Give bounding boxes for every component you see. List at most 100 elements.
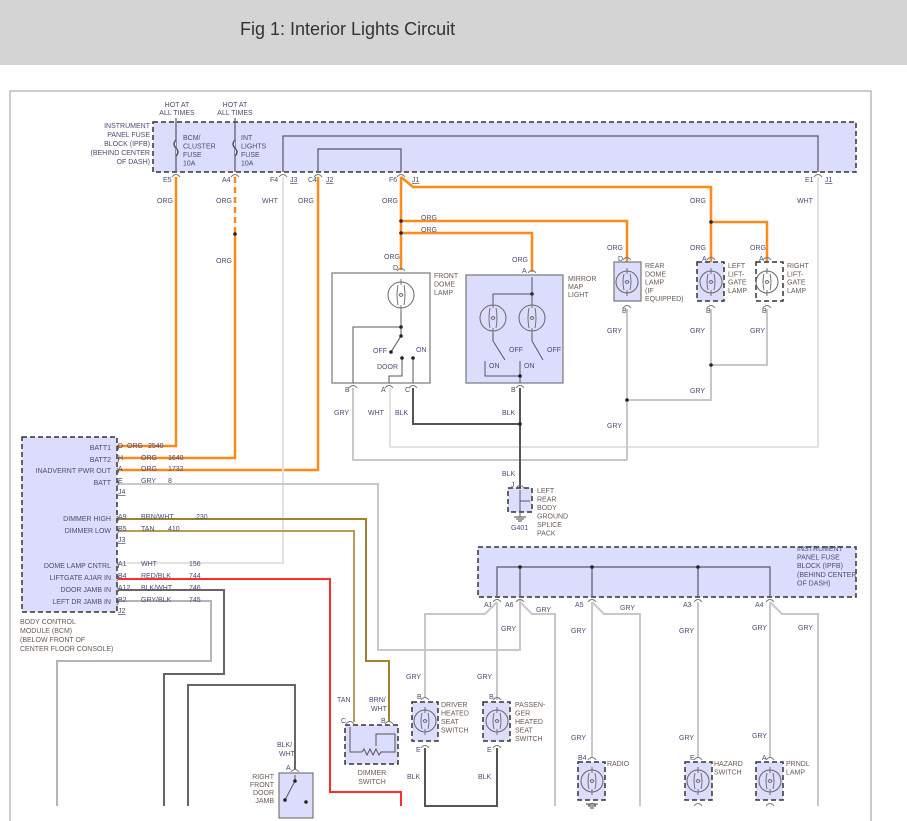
connector-pin-icon bbox=[408, 385, 418, 389]
connector-pin-icon bbox=[693, 757, 703, 761]
splice-dot bbox=[696, 565, 700, 569]
switch-on-label: ON bbox=[416, 347, 427, 354]
wire-color-label: BLK bbox=[502, 471, 516, 478]
wire-color-label: BLK bbox=[478, 774, 492, 781]
ipfb-pin-label: A3 bbox=[683, 602, 692, 609]
bcm-wire-color: RED/BLK bbox=[141, 573, 171, 580]
ground-icon bbox=[586, 803, 598, 809]
hazard-switch-label: SWITCH bbox=[714, 770, 742, 777]
connector-pin-icon bbox=[587, 599, 597, 603]
ipfb-top-label: PANEL FUSE bbox=[107, 132, 150, 139]
right-liftgate-lamp-module bbox=[755, 261, 784, 302]
connector-label: J4 bbox=[118, 489, 126, 496]
ground-splice-label: PACK bbox=[537, 531, 556, 538]
dimmer-switch-label: DIMMER bbox=[358, 770, 386, 777]
fuse-bcm-label: CLUSTER bbox=[183, 144, 216, 151]
splice-dot bbox=[283, 798, 287, 802]
wire-color-label: BRN/ bbox=[369, 697, 386, 704]
wire-color-label: ORG bbox=[421, 227, 437, 234]
pin-label: A bbox=[762, 755, 767, 762]
rear-dome-lamp-label: LAMP bbox=[645, 280, 664, 287]
prndl-lamp-label: PRNDL bbox=[786, 761, 810, 768]
right-liftgate-lamp-label: LIFT- bbox=[787, 271, 804, 278]
wire-color-label: GRY bbox=[536, 607, 551, 614]
front-dome-bulb-icon bbox=[387, 281, 415, 309]
bcm-pin-label: B4 bbox=[118, 573, 127, 580]
wire-color-label: ORG bbox=[690, 245, 706, 252]
bcm-name-label: CENTER FLOOR CONSOLE) bbox=[20, 646, 113, 653]
front-dome-lamp-label: LAMP bbox=[434, 290, 453, 297]
right-liftgate-lamp-label: LAMP bbox=[787, 288, 806, 295]
left-liftgate-lamp-label: LEFT bbox=[728, 263, 746, 270]
bcm-name-label: (BELOW FRONT OF bbox=[20, 637, 85, 644]
splice-dot bbox=[304, 800, 308, 804]
connector-label: J3 bbox=[290, 177, 298, 184]
bcm-pin-label: A9 bbox=[118, 514, 127, 521]
ipfb-top-label: INSTRUMENT bbox=[104, 123, 151, 130]
wire-color-label: GRY bbox=[477, 674, 492, 681]
wire-front-dome-blk bbox=[412, 388, 520, 425]
right-liftgate-bulb-icon bbox=[755, 270, 779, 294]
rear-dome-lamp-label: REAR bbox=[645, 263, 664, 270]
pin-label: A bbox=[286, 765, 291, 772]
switch-on-label: ON bbox=[524, 363, 535, 370]
pin-label: B bbox=[345, 387, 350, 394]
pin-label: E bbox=[487, 747, 492, 754]
ipfb-pin-label: F4 bbox=[270, 177, 278, 184]
connector-pin-icon bbox=[587, 757, 597, 761]
wire-batt1-org bbox=[118, 177, 178, 448]
wire-color-label: ORG bbox=[750, 245, 766, 252]
radio-module bbox=[577, 761, 606, 801]
ipfb-pin-label: E1 bbox=[805, 177, 814, 184]
bcm-wire-color: TAN bbox=[141, 526, 154, 533]
prndl-lamp-label: LAMP bbox=[786, 770, 805, 777]
bcm-circuit-number: 2540 bbox=[148, 443, 164, 450]
wire-color-label: GRY bbox=[679, 628, 694, 635]
radio-label: RADIO bbox=[607, 761, 630, 768]
connector-label: J2 bbox=[326, 177, 334, 184]
page: Fig 1: Interior Lights Circuit INSTRUMEN… bbox=[0, 0, 907, 821]
switch-off-label: OFF bbox=[547, 347, 561, 354]
wire-color-label: ORG bbox=[298, 198, 314, 205]
splice-dot bbox=[389, 350, 393, 354]
passenger-seat-label: GER bbox=[515, 711, 530, 718]
splice-dot bbox=[293, 779, 297, 783]
connector-pin-icon bbox=[813, 174, 823, 178]
wire-inadvertent-pwr-org bbox=[118, 177, 320, 472]
pin-label: A bbox=[759, 256, 764, 263]
connector-pin-icon bbox=[765, 803, 775, 807]
bcm-circuit-number: 744 bbox=[189, 573, 201, 580]
wire-color-label: BLK bbox=[395, 410, 409, 417]
ground-id-label: G401 bbox=[511, 525, 528, 532]
wire-color-label: GRY bbox=[752, 625, 767, 632]
ipfb-top-label: BLOCK (IPFB) bbox=[104, 141, 150, 148]
splice-dot bbox=[625, 398, 629, 402]
bcm-terminal-label: DIMMER HIGH bbox=[63, 516, 111, 523]
pin-label: B bbox=[622, 308, 627, 315]
bcm-wire-color: ORG bbox=[127, 443, 143, 450]
front-dome-switch-icon bbox=[390, 327, 402, 353]
wire-color-label: GRY bbox=[620, 605, 635, 612]
driver-seat-label: DRIVER bbox=[441, 702, 467, 709]
pin-label: B bbox=[417, 694, 422, 701]
ipfb-top-label: OF DASH) bbox=[117, 159, 150, 166]
bcm-wire-color: BLK/WHT bbox=[141, 585, 173, 592]
passenger-seat-label: SWITCH bbox=[515, 736, 543, 743]
passenger-seat-label: HEATED bbox=[515, 719, 543, 726]
connector-pin-icon bbox=[765, 757, 775, 761]
wire-color-label: GRY bbox=[571, 735, 586, 742]
connector-pin-icon bbox=[396, 174, 406, 178]
driver-seat-label: SWITCH bbox=[441, 728, 469, 735]
splice-dot bbox=[399, 325, 403, 329]
ground-splice-label: REAR bbox=[537, 497, 556, 504]
bcm-wire-color: WHT bbox=[141, 561, 158, 568]
wire-color-label: WHT bbox=[262, 198, 279, 205]
hot-at-all-times-label: HOT AT bbox=[165, 102, 190, 109]
driver-seat-label: SEAT bbox=[441, 719, 459, 726]
wire-left-liftgate-org bbox=[400, 176, 713, 262]
left-liftgate-lamp-module bbox=[696, 261, 725, 302]
bcm-terminal-label: LIFTGATE AJAR IN bbox=[50, 575, 111, 582]
dimmer-switch-label: SWITCH bbox=[358, 779, 386, 786]
wire-dimmer-high-brn-wht bbox=[118, 518, 390, 722]
bcm-wire-color: BRN/WHT bbox=[141, 514, 174, 521]
